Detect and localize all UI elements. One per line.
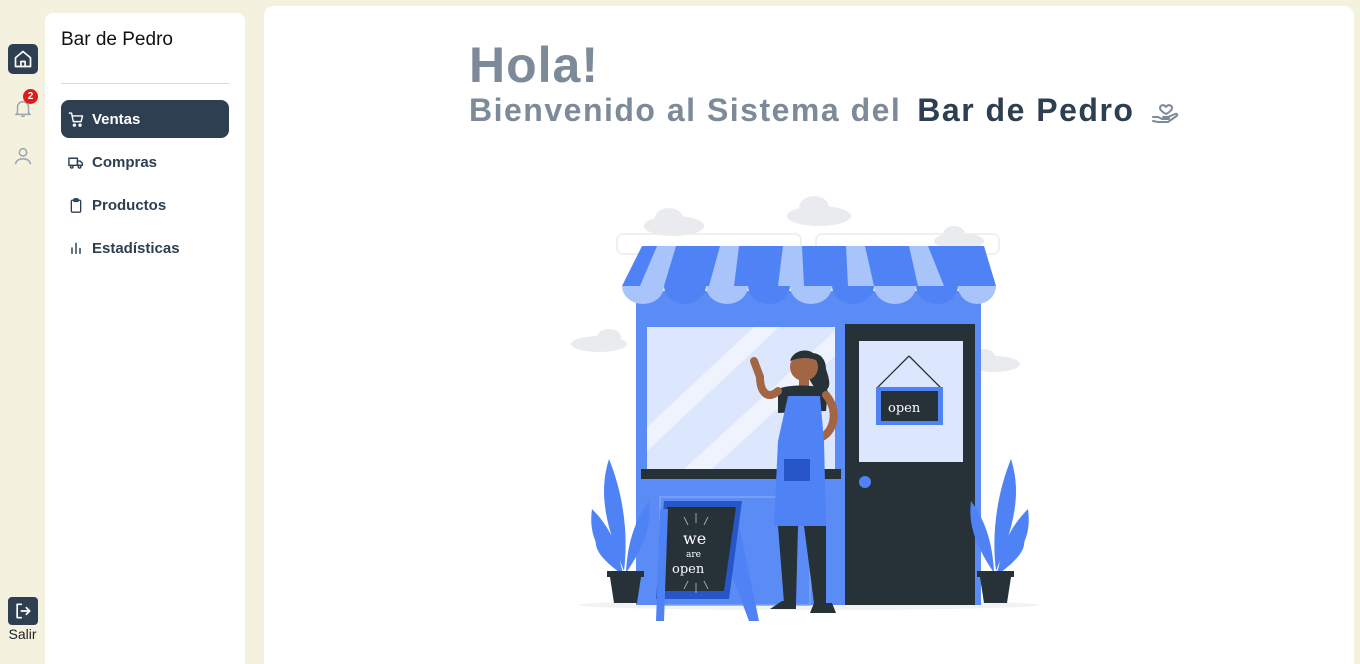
sidebar-brand: Bar de Pedro xyxy=(61,29,173,50)
page-title: Hola! xyxy=(469,37,599,93)
welcome-prefix: Bienvenido al Sistema del xyxy=(469,92,902,128)
sidebar-item-estadisticas[interactable]: Estadísticas xyxy=(61,229,229,267)
logout-button[interactable] xyxy=(8,597,38,625)
clipboard-icon xyxy=(67,196,85,214)
truck-icon xyxy=(67,153,85,171)
welcome-line: Bienvenido al Sistema del Bar de Pedro xyxy=(469,92,1182,129)
sidebar-divider xyxy=(61,83,229,84)
board-text-are: are xyxy=(686,550,701,560)
home-icon xyxy=(14,50,32,68)
home-button[interactable] xyxy=(8,44,38,74)
sidebar-item-label: Ventas xyxy=(92,110,141,128)
board-text-open: open xyxy=(672,562,705,577)
sidebar-item-label: Productos xyxy=(92,196,167,214)
sidebar-item-ventas[interactable]: Ventas xyxy=(61,100,229,138)
door-sign-text: open xyxy=(888,401,921,416)
notifications-button[interactable]: 2 xyxy=(8,89,38,123)
hand-heart-icon xyxy=(1150,96,1182,126)
sidebar-item-label: Estadísticas xyxy=(92,239,180,257)
sidebar: Bar de Pedro Ventas Compras Productos Es… xyxy=(45,13,245,664)
shop-illustration: open we are open xyxy=(571,196,1039,621)
profile-button[interactable] xyxy=(8,141,38,171)
sidebar-item-productos[interactable]: Productos xyxy=(61,186,229,224)
icon-rail: 2 Salir xyxy=(0,0,45,664)
welcome-brand: Bar de Pedro xyxy=(917,92,1135,128)
user-icon xyxy=(14,147,32,165)
notification-badge: 2 xyxy=(23,89,38,104)
board-text-we: we xyxy=(683,529,706,548)
logout-label[interactable]: Salir xyxy=(0,626,45,642)
bar-chart-icon xyxy=(67,239,85,257)
cart-icon xyxy=(67,110,85,128)
sidebar-nav: Ventas Compras Productos Estadísticas xyxy=(61,100,229,272)
sidebar-item-compras[interactable]: Compras xyxy=(61,143,229,181)
sidebar-item-label: Compras xyxy=(92,153,158,171)
main-panel: Hola! Bienvenido al Sistema del Bar de P… xyxy=(264,6,1354,664)
logout-icon xyxy=(16,603,31,619)
